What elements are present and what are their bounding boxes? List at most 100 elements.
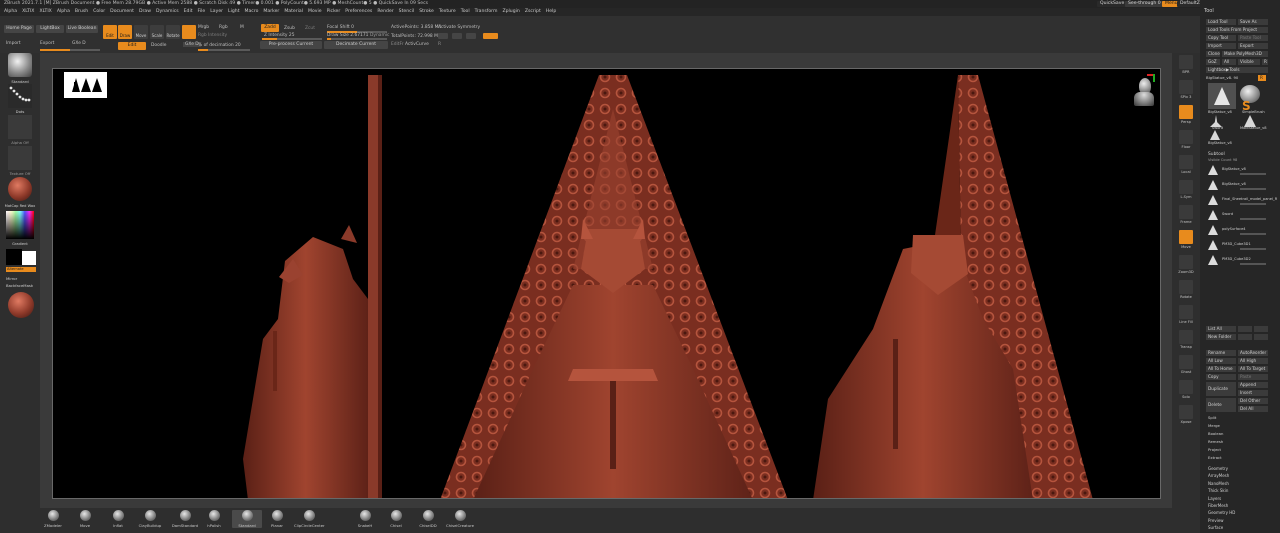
section-geometry[interactable]: Geometry bbox=[1208, 466, 1228, 471]
insert-button[interactable]: Insert bbox=[1238, 390, 1268, 396]
make-polymesh-button[interactable]: Make PolyMesh3D bbox=[1222, 51, 1268, 57]
decimation-slider[interactable]: % of decimation 20 bbox=[198, 43, 241, 48]
menu-prefix-2[interactable]: XLTIX bbox=[39, 9, 51, 14]
main-color-swatch[interactable] bbox=[6, 249, 22, 265]
xpose-button[interactable] bbox=[1179, 405, 1193, 419]
bigstatue-small-thumb-icon[interactable] bbox=[1210, 130, 1220, 140]
decimation-track[interactable] bbox=[198, 49, 250, 51]
menu-preferences[interactable]: Preferences bbox=[345, 9, 372, 14]
menu-marker[interactable]: Marker bbox=[263, 9, 279, 14]
edit-text-button[interactable]: Edit bbox=[118, 42, 146, 50]
section-fibermesh[interactable]: FiberMesh bbox=[1208, 503, 1228, 508]
menu-alpha[interactable]: Alpha bbox=[57, 9, 70, 14]
bpr-button[interactable] bbox=[1179, 55, 1193, 69]
subtool-item[interactable]: BigStatue_v8 bbox=[1222, 182, 1246, 186]
section-thick-skin[interactable]: Thick Skin bbox=[1208, 488, 1228, 493]
texture-icon[interactable] bbox=[8, 146, 32, 170]
tool-export-button[interactable]: Export bbox=[1238, 43, 1268, 49]
menu-movie[interactable]: Movie bbox=[308, 9, 322, 14]
delete-button[interactable]: Delete bbox=[1206, 398, 1236, 412]
menu-draw[interactable]: Draw bbox=[139, 9, 151, 14]
del-other-button[interactable]: Del Other bbox=[1238, 398, 1268, 404]
focal-shift-slider[interactable]: Focal Shift 0 bbox=[327, 25, 354, 30]
local-button[interactable] bbox=[1179, 155, 1193, 169]
solo-button[interactable] bbox=[1179, 380, 1193, 394]
brush-move[interactable]: Move bbox=[70, 510, 100, 528]
subtool-item[interactable]: BigStatue_v8 bbox=[1222, 167, 1246, 171]
draw-size-track[interactable] bbox=[327, 38, 387, 40]
move-mode-button[interactable]: Move bbox=[134, 25, 148, 39]
scale-mode-button[interactable]: Scale bbox=[150, 25, 164, 39]
tool-import-button[interactable]: Import bbox=[1206, 43, 1236, 49]
brush-chisel[interactable]: Chisel bbox=[381, 510, 411, 528]
z-intensity-track[interactable] bbox=[262, 38, 322, 40]
mrgb-button[interactable]: Mrgb bbox=[198, 25, 209, 30]
dynamic-toggle[interactable]: Dynamic bbox=[370, 33, 389, 38]
menu-brush[interactable]: Brush bbox=[75, 9, 88, 14]
rgb-button[interactable]: Rgb bbox=[219, 25, 228, 30]
all-button[interactable]: All bbox=[1222, 59, 1236, 65]
menu-texture[interactable]: Texture bbox=[439, 9, 456, 14]
menu-prefix-1[interactable]: XLTIX bbox=[22, 9, 34, 14]
menu-zplugin[interactable]: Zplugin bbox=[502, 9, 519, 14]
autoreorder-button[interactable]: AutoReorder bbox=[1238, 350, 1268, 356]
subtool-visibility-bar[interactable] bbox=[1240, 263, 1266, 265]
home-page-button[interactable]: Home Page bbox=[4, 25, 34, 33]
rename-button[interactable]: Rename bbox=[1206, 350, 1236, 356]
l-sym-button[interactable] bbox=[1179, 180, 1193, 194]
menu-render[interactable]: Render bbox=[377, 9, 393, 14]
subtool-thumb-icon[interactable] bbox=[1208, 225, 1218, 235]
subtool-thumb-icon[interactable] bbox=[1208, 255, 1218, 265]
lightbox-tools-button[interactable]: Lightbox▶Tools bbox=[1206, 67, 1268, 73]
menu-layer[interactable]: Layer bbox=[210, 9, 223, 14]
floor-button[interactable] bbox=[1179, 130, 1193, 144]
all-low-button[interactable]: All Low bbox=[1206, 358, 1236, 364]
subtool-thumb-icon[interactable] bbox=[1208, 165, 1218, 175]
all-to-home-button[interactable]: All To Home bbox=[1206, 366, 1236, 372]
subtool-visibility-bar[interactable] bbox=[1240, 248, 1266, 250]
see-through-slider[interactable]: See-through 0 bbox=[1125, 1, 1164, 7]
brush-clipcirclecenter[interactable]: ClipCircleCenter bbox=[294, 510, 325, 528]
subtool-visibility-bar[interactable] bbox=[1240, 188, 1266, 190]
subtool-visibility-bar[interactable] bbox=[1240, 218, 1266, 220]
section-geometry-hd[interactable]: Geometry HD bbox=[1208, 510, 1235, 515]
duplicate-button[interactable]: Duplicate bbox=[1206, 382, 1236, 396]
menu-file[interactable]: File bbox=[198, 9, 206, 14]
brush-damstandard[interactable]: DamStandard bbox=[170, 510, 200, 528]
menu-stroke[interactable]: Stroke bbox=[419, 9, 434, 14]
tool-r-highlight-button[interactable]: R bbox=[1258, 75, 1266, 81]
brush-chiselcreature[interactable]: ChiselCreature bbox=[445, 510, 475, 528]
section-surface[interactable]: Surface bbox=[1208, 525, 1223, 530]
brush-standard[interactable]: Standard bbox=[232, 510, 262, 528]
clone-button[interactable]: Clone bbox=[1206, 51, 1220, 57]
brush-hpolish[interactable]: hPolish bbox=[199, 510, 229, 528]
all-to-target-button[interactable]: All To Target bbox=[1238, 366, 1268, 372]
section-preview[interactable]: Preview bbox=[1208, 518, 1224, 523]
menu-tool[interactable]: Tool bbox=[461, 9, 470, 14]
mirror-button[interactable]: Mirror bbox=[6, 276, 17, 281]
menu-transform[interactable]: Transform bbox=[475, 9, 498, 14]
orientation-head-gizmo[interactable] bbox=[1131, 72, 1159, 112]
alternate-button[interactable]: Alternate bbox=[6, 267, 36, 272]
save-as-button[interactable]: Save As bbox=[1238, 19, 1268, 25]
export-button[interactable]: Export bbox=[40, 41, 54, 46]
m-button[interactable]: M bbox=[240, 25, 244, 30]
zadd-button[interactable]: Zadd bbox=[261, 24, 279, 32]
section-nanomesh[interactable]: NanoMesh bbox=[1208, 481, 1229, 486]
boolean-section[interactable]: Boolean bbox=[1208, 431, 1223, 436]
section-layers[interactable]: Layers bbox=[1208, 496, 1221, 501]
color-picker[interactable] bbox=[6, 211, 34, 239]
all-high-button[interactable]: All High bbox=[1238, 358, 1268, 364]
decimate-current-button[interactable]: Decimate Current bbox=[324, 41, 388, 49]
subtool-header[interactable]: Subtool bbox=[1208, 152, 1225, 157]
move-up-button[interactable] bbox=[1238, 326, 1252, 332]
paste-button[interactable]: Paste bbox=[1238, 374, 1268, 380]
visible-button[interactable]: Visible bbox=[1238, 59, 1260, 65]
brush-claybuildup[interactable]: ClayBuildup bbox=[135, 510, 165, 528]
menu-material[interactable]: Material bbox=[284, 9, 303, 14]
edit-mode-button[interactable]: Edit bbox=[103, 25, 117, 39]
copy-button[interactable]: Copy bbox=[1206, 374, 1236, 380]
paste-tool-button[interactable]: Paste Tool bbox=[1238, 35, 1268, 41]
menu-edit[interactable]: Edit bbox=[184, 9, 193, 14]
sym-z-button[interactable] bbox=[466, 33, 476, 39]
